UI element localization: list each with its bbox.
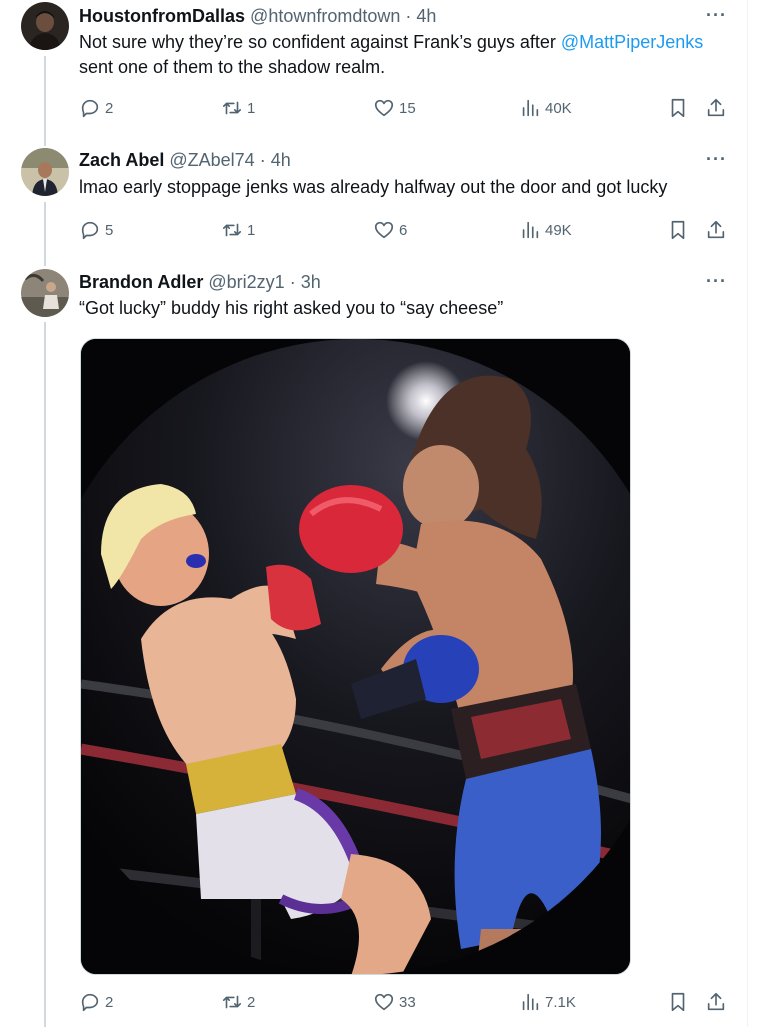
meta-separator: ·	[405, 6, 412, 26]
author-name[interactable]: Zach Abel	[79, 150, 164, 170]
share-button[interactable]	[705, 218, 727, 242]
like-button[interactable]: 15	[373, 96, 416, 120]
thread-line	[44, 322, 46, 1027]
bookmark-icon	[671, 98, 685, 118]
tweet-text: Not sure why they’re so confident agains…	[79, 30, 729, 80]
like-button[interactable]: 6	[373, 218, 407, 242]
bookmark-icon	[671, 992, 685, 1012]
more-options-icon[interactable]: ···	[706, 272, 727, 290]
bookmark-button[interactable]	[667, 218, 689, 242]
repost-count: 1	[247, 99, 256, 117]
reply-count: 2	[105, 99, 114, 117]
like-button[interactable]: 33	[373, 990, 416, 1014]
repost-icon	[222, 223, 242, 237]
timestamp[interactable]: 4h	[416, 6, 436, 26]
tweet[interactable]: HoustonfromDallas @htownfromdtown · 4h ·…	[0, 0, 759, 140]
like-count: 33	[399, 993, 416, 1011]
reply-icon	[81, 221, 99, 240]
bookmark-button[interactable]	[667, 96, 689, 120]
repost-count: 1	[247, 221, 256, 239]
repost-icon	[222, 995, 242, 1009]
views-button[interactable]: 40K	[519, 96, 572, 120]
boxing-photo	[81, 339, 630, 974]
action-bar: 2 1 15 40K	[79, 96, 729, 120]
repost-count: 2	[247, 993, 256, 1011]
action-bar: 5 1 6 49K	[79, 218, 729, 242]
thread-line	[44, 56, 46, 140]
thread-line	[44, 262, 46, 266]
action-bar: 2 2 33 7.1K	[79, 990, 729, 1014]
mention-link[interactable]: @MattPiperJenks	[561, 32, 703, 52]
views-button[interactable]: 7.1K	[519, 990, 576, 1014]
like-count: 6	[399, 221, 408, 239]
bookmark-button[interactable]	[667, 990, 689, 1014]
share-icon	[707, 220, 725, 239]
author-name[interactable]: HoustonfromDallas	[79, 6, 245, 26]
thread-line	[44, 202, 46, 262]
views-count: 49K	[545, 221, 572, 239]
tweet-header: Brandon Adler @bri2zy1 · 3h	[79, 270, 321, 294]
share-button[interactable]	[705, 990, 727, 1014]
bookmark-icon	[671, 220, 685, 240]
repost-button[interactable]: 1	[221, 96, 255, 120]
more-options-icon[interactable]: ···	[706, 6, 727, 24]
repost-button[interactable]: 1	[221, 218, 255, 242]
timestamp[interactable]: 3h	[301, 272, 321, 292]
repost-button[interactable]: 2	[221, 990, 255, 1014]
views-button[interactable]: 49K	[519, 218, 572, 242]
tweet-header: Zach Abel @ZAbel74 · 4h	[79, 148, 291, 172]
reply-count: 5	[105, 221, 114, 239]
author-handle[interactable]: @bri2zy1	[208, 272, 284, 292]
views-icon	[522, 221, 539, 239]
views-count: 7.1K	[545, 993, 576, 1011]
reply-button[interactable]: 2	[79, 990, 113, 1014]
author-handle[interactable]: @htownfromdtown	[250, 6, 400, 26]
reply-icon	[81, 99, 99, 118]
like-icon	[374, 99, 394, 117]
thread-line	[44, 140, 46, 146]
tweet-media-photo[interactable]	[80, 338, 631, 975]
views-icon	[522, 993, 539, 1011]
avatar[interactable]	[21, 148, 69, 196]
reply-icon	[81, 993, 99, 1012]
tweet-text-part: Not sure why they’re so confident agains…	[79, 32, 561, 52]
share-button[interactable]	[705, 96, 727, 120]
views-icon	[522, 99, 539, 117]
meta-separator: ·	[289, 272, 296, 292]
tweet[interactable]: Zach Abel @ZAbel74 · 4h ··· lmao early s…	[0, 140, 759, 262]
share-icon	[707, 98, 725, 117]
avatar[interactable]	[21, 269, 69, 317]
reply-button[interactable]: 2	[79, 96, 113, 120]
share-icon	[707, 992, 725, 1011]
timestamp[interactable]: 4h	[271, 150, 291, 170]
tweet-text: lmao early stoppage jenks was already ha…	[79, 177, 668, 197]
tweet-text: “Got lucky” buddy his right asked you to…	[79, 298, 504, 318]
like-icon	[374, 993, 394, 1011]
meta-separator: ·	[259, 150, 266, 170]
author-name[interactable]: Brandon Adler	[79, 272, 203, 292]
tweet-text-part: sent one of them to the shadow realm.	[79, 57, 386, 77]
reply-count: 2	[105, 993, 114, 1011]
like-count: 15	[399, 99, 416, 117]
repost-icon	[222, 101, 242, 115]
more-options-icon[interactable]: ···	[706, 150, 727, 168]
like-icon	[374, 221, 394, 239]
views-count: 40K	[545, 99, 572, 117]
tweet-header: HoustonfromDallas @htownfromdtown · 4h	[79, 4, 436, 28]
author-handle[interactable]: @ZAbel74	[169, 150, 254, 170]
avatar[interactable]	[21, 2, 69, 50]
reply-button[interactable]: 5	[79, 218, 113, 242]
